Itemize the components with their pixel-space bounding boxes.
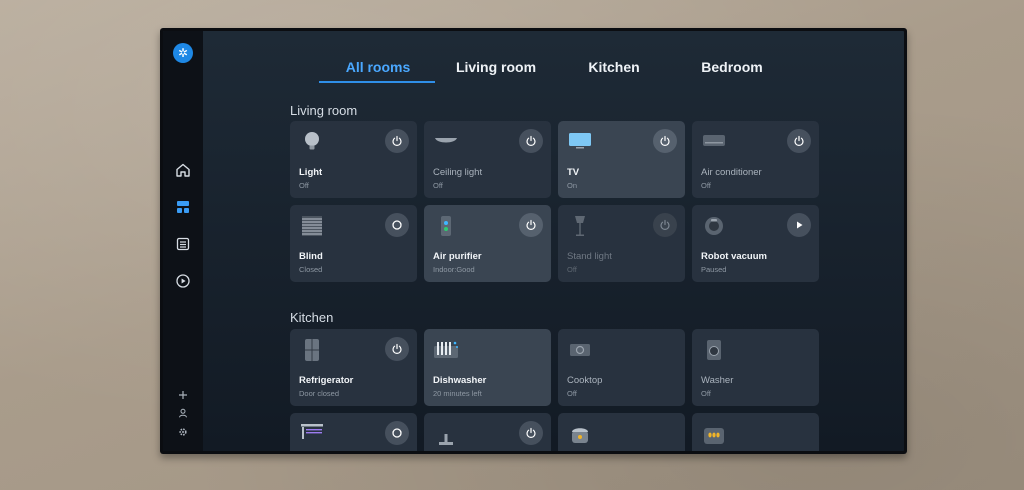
device-status: 20 minutes left xyxy=(433,389,482,398)
device-card-air-conditioner[interactable]: Air conditioner Off xyxy=(692,121,819,198)
device-card-faucet[interactable] xyxy=(424,413,551,451)
power-button[interactable] xyxy=(653,129,677,153)
power-button[interactable] xyxy=(519,213,543,237)
device-status: Indoor:Good xyxy=(433,265,475,274)
blind-icon xyxy=(299,214,325,238)
device-name: Washer xyxy=(701,375,734,386)
device-card-air-purifier[interactable]: Air purifier Indoor:Good xyxy=(424,205,551,282)
power-button[interactable] xyxy=(787,129,811,153)
device-status: Paused xyxy=(701,265,727,274)
device-card-ceiling-light[interactable]: Ceiling light Off xyxy=(424,121,551,198)
list-icon[interactable] xyxy=(174,235,192,253)
refrigerator-icon xyxy=(299,338,325,362)
faucet-icon xyxy=(433,422,459,446)
device-card-washer[interactable]: Washer Off xyxy=(692,329,819,406)
device-status: Off xyxy=(433,181,443,190)
device-name: Dishwasher xyxy=(433,375,487,386)
device-status: Door closed xyxy=(299,389,340,398)
device-status: Off xyxy=(701,389,711,398)
device-name: Blind xyxy=(299,251,323,262)
device-name: Ceiling light xyxy=(433,167,483,178)
home-icon[interactable] xyxy=(174,161,192,179)
device-card-dishwasher[interactable]: Dishwasher 20 minutes left xyxy=(424,329,551,406)
device-status: Closed xyxy=(299,265,323,274)
device-card-refrigerator[interactable]: Refrigerator Door closed xyxy=(290,329,417,406)
stand-light-icon xyxy=(567,214,593,238)
device-status: On xyxy=(567,181,578,190)
device-name: Cooktop xyxy=(567,375,603,386)
bulb-icon xyxy=(299,130,325,154)
section-title-living-room: Living room xyxy=(290,103,358,118)
washer-icon xyxy=(701,338,727,362)
cooktop-icon xyxy=(567,338,593,362)
device-card-light[interactable]: Light Off xyxy=(290,121,417,198)
power-button[interactable] xyxy=(653,213,677,237)
tab-all-rooms[interactable]: All rooms xyxy=(319,51,437,83)
device-status: Off xyxy=(567,265,577,274)
tab-bedroom[interactable]: Bedroom xyxy=(673,51,791,83)
active-tab-indicator xyxy=(319,81,435,83)
rice-cooker-icon xyxy=(567,422,593,446)
device-card-range-hood[interactable] xyxy=(290,413,417,451)
power-button[interactable] xyxy=(385,337,409,361)
device-card-stand-light[interactable]: Stand light Off xyxy=(558,205,685,282)
device-card-tv[interactable]: TV On xyxy=(558,121,685,198)
device-status: Off xyxy=(299,181,309,190)
section-title-kitchen: Kitchen xyxy=(290,310,334,325)
device-card-oven[interactable] xyxy=(692,413,819,451)
power-button[interactable] xyxy=(519,129,543,153)
device-card-robot-vacuum[interactable]: Robot vacuum Paused xyxy=(692,205,819,282)
device-name: TV xyxy=(567,167,580,178)
media-play-icon[interactable] xyxy=(174,272,192,290)
device-name: Stand light xyxy=(567,251,612,262)
toggle-circle-button[interactable] xyxy=(385,213,409,237)
device-name: Air purifier xyxy=(433,251,482,262)
sidebar: ✲ xyxy=(163,31,203,451)
add-icon[interactable] xyxy=(177,389,189,401)
device-status: Off xyxy=(701,181,711,190)
power-button[interactable] xyxy=(385,129,409,153)
tv-frame: ✲ All rooms Living room Kitchen Bedroom … xyxy=(160,28,907,454)
device-card-cooktop[interactable]: Cooktop Off xyxy=(558,329,685,406)
device-card-rice-cooker[interactable] xyxy=(558,413,685,451)
tab-kitchen[interactable]: Kitchen xyxy=(555,51,673,83)
device-card-blind[interactable]: Blind Closed xyxy=(290,205,417,282)
tv-screen: ✲ All rooms Living room Kitchen Bedroom … xyxy=(163,31,904,451)
robot-vacuum-icon xyxy=(701,214,727,238)
devices-grid-icon[interactable] xyxy=(174,198,192,216)
power-button[interactable] xyxy=(519,421,543,445)
device-name: Refrigerator xyxy=(299,375,354,386)
user-icon[interactable] xyxy=(177,407,189,419)
device-name: Air conditioner xyxy=(701,167,762,178)
device-name: Light xyxy=(299,167,323,178)
air-conditioner-icon xyxy=(701,130,727,154)
play-button[interactable] xyxy=(787,213,811,237)
room-tabs: All rooms Living room Kitchen Bedroom xyxy=(319,51,799,83)
device-status: Off xyxy=(567,389,577,398)
toggle-circle-button[interactable] xyxy=(385,421,409,445)
app-logo-icon[interactable]: ✲ xyxy=(173,43,193,63)
tv-icon xyxy=(567,130,593,154)
settings-gear-icon[interactable] xyxy=(177,426,189,438)
dishwasher-icon xyxy=(433,338,459,362)
oven-icon xyxy=(701,422,727,446)
device-name: Robot vacuum xyxy=(701,251,767,262)
range-hood-icon xyxy=(299,422,325,446)
ceiling-light-icon xyxy=(433,130,459,154)
tab-living-room[interactable]: Living room xyxy=(437,51,555,83)
air-purifier-icon xyxy=(433,214,459,238)
